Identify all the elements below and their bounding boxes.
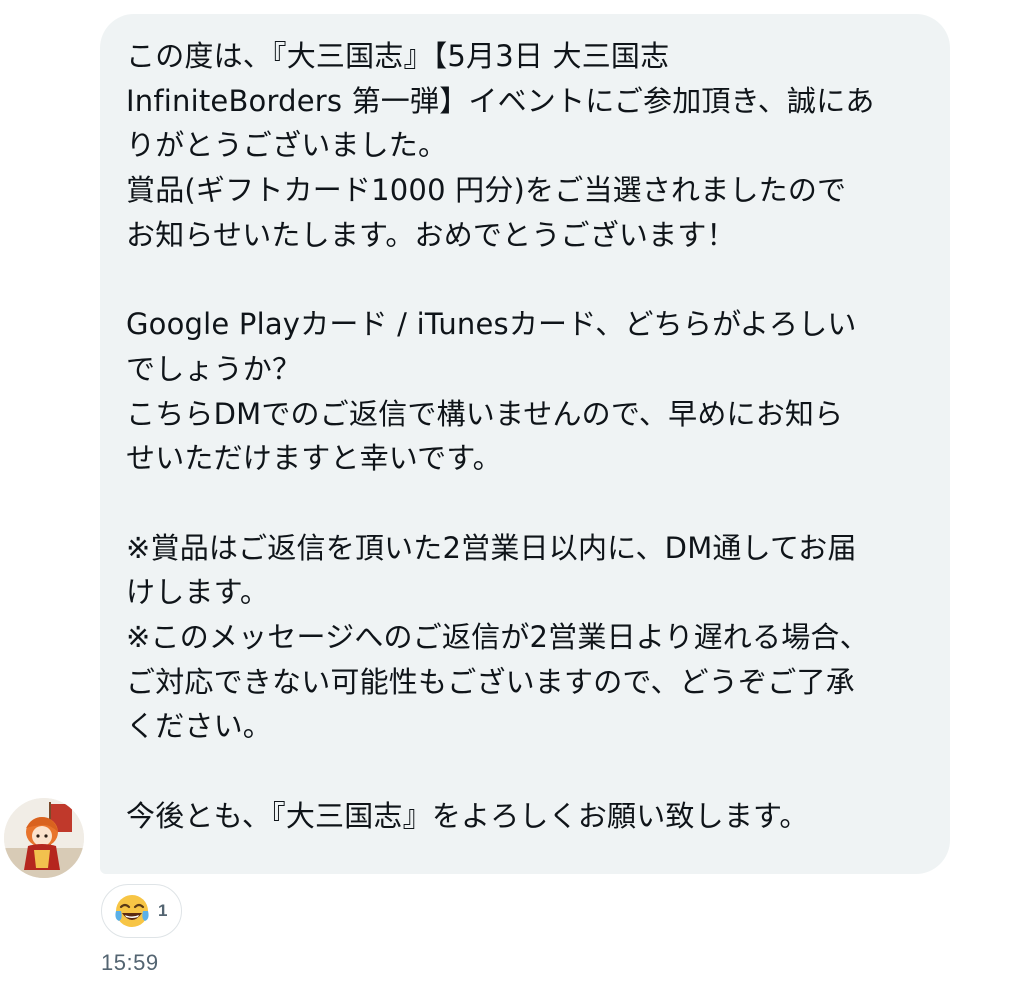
message-line: InfiniteBorders 第一弾】イベントにご参加頂き、誠にあ [126,83,875,118]
message-timestamp: 15:59 [101,950,159,975]
message-line: こちらDMでのご返信で構いませんので、早めにお知ら [126,396,844,431]
message-bubble[interactable]: この度は、『大三国志』【5月3日 大三国志 InfiniteBorders 第一… [100,14,950,874]
reaction-count: 1 [158,901,168,920]
message-line: ※賞品はご返信を頂いた2営業日以内に、DM通してお届 [126,530,857,565]
message-line: りがとうございました。 [126,128,448,163]
message-line: けします。 [126,575,270,610]
message-line: せいただけますと幸いです。 [126,441,502,476]
sender-avatar[interactable] [4,798,84,878]
message-line: 賞品(ギフトカード1000 円分)をご当選されましたので [126,173,847,208]
message-line: ※このメッセージへのご返信が2営業日より遅れる場合、 [126,619,869,654]
message-line: 今後とも、『大三国志』をよろしくお願い致します。 [126,798,809,833]
message-line: でしょうか？ [126,351,302,386]
reaction-pill[interactable]: 1 [101,884,183,938]
message-line: ください。 [126,709,273,744]
dm-thread: この度は、『大三国志』【5月3日 大三国志 InfiniteBorders 第一… [0,0,1009,994]
avatar-image [4,798,84,878]
message-line: Google Playカード / iTunesカード、どちらがよろしい [126,307,857,342]
message-line: ご対応できない可能性もございますので、どうぞご了承 [126,664,855,699]
tears-of-joy-icon [115,895,149,927]
message-line: この度は、『大三国志』【5月3日 大三国志 [126,39,670,73]
message-line: お知らせいたします。おめでとうございます！ [126,217,736,252]
